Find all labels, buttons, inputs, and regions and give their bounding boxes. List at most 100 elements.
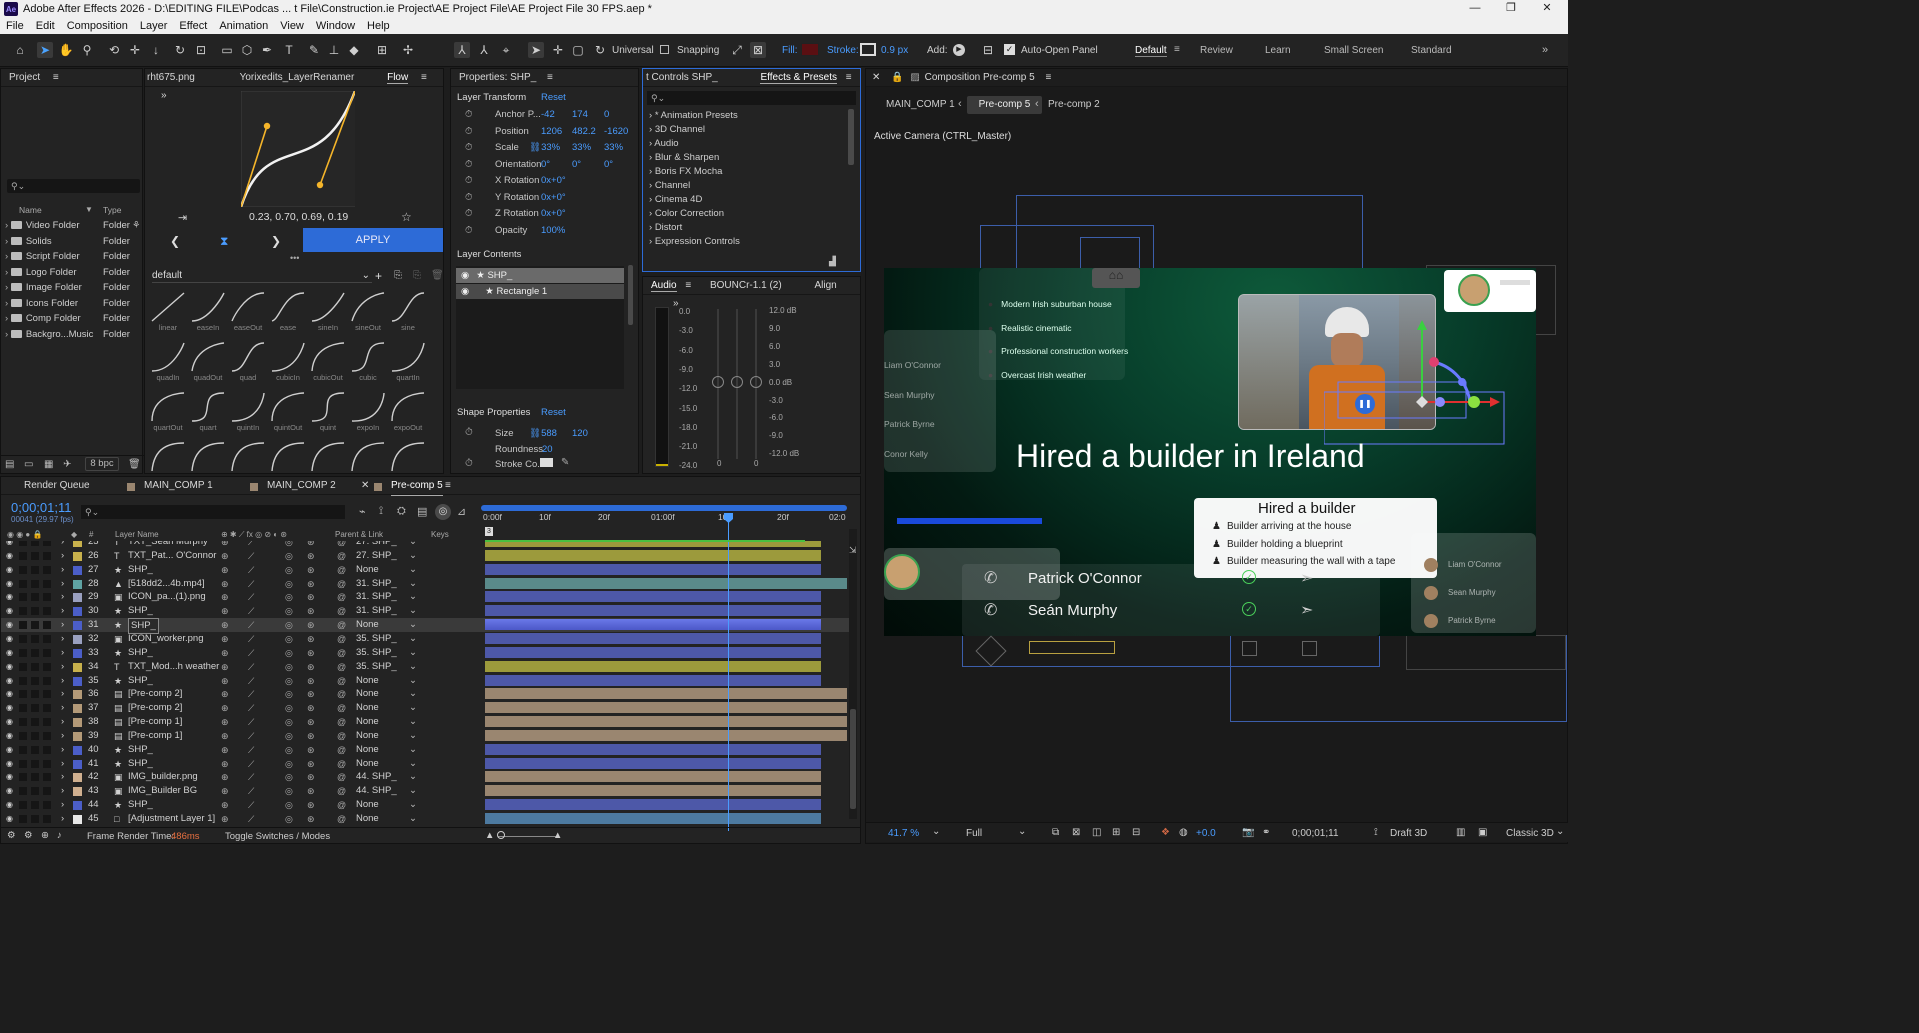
col-keys[interactable]: Keys xyxy=(431,530,449,539)
solo-switch[interactable] xyxy=(31,634,39,643)
parent-value[interactable]: 31. SHP_ xyxy=(356,604,397,618)
pause-icon[interactable]: ❚❚ xyxy=(1355,394,1375,414)
sort-icon[interactable]: ▼ xyxy=(85,205,93,214)
timeline-layer-row[interactable]: ◉ › 42 ▣ IMG_builder.png ⊕ ⟋ ◎ ⊛ @44. SHP_ ⌄ xyxy=(1,770,849,784)
menu-view[interactable]: View xyxy=(274,20,310,32)
pick-whip-icon[interactable]: @ xyxy=(337,618,346,632)
draft-3d-icon[interactable]: ⟟ xyxy=(379,505,383,518)
expand-arrow-icon[interactable]: › xyxy=(5,220,8,231)
ease-preset[interactable]: cubicOut xyxy=(309,341,347,385)
lock-switch[interactable] xyxy=(43,731,51,740)
quality-switch-icon[interactable]: ⟋ xyxy=(248,549,254,563)
parent-value[interactable]: None xyxy=(356,757,379,771)
crumb-main-comp-1[interactable]: MAIN_COMP 1 xyxy=(886,99,955,110)
eye-icon[interactable]: ◉ xyxy=(6,701,13,715)
timeline-layer-row[interactable]: ◉ › 38 ▤ [Pre-comp 1] ⊕ ⟋ ◎ ⊛ @ None ⌄ xyxy=(1,715,849,729)
timeline-timecode[interactable]: 0;00;01;11 xyxy=(11,500,71,515)
timeline-layer-row[interactable]: ◉ › 44 ★ SHP_ ⊕ ⟋ ◎ ⊛ @ None ⌄ xyxy=(1,798,849,812)
menu-file[interactable]: File xyxy=(0,20,30,32)
shy-switch-icon[interactable]: ⊕ xyxy=(221,743,229,757)
motion-blur-switch-icon[interactable]: ◎ xyxy=(285,715,293,729)
resolution-value[interactable]: Full xyxy=(966,828,982,839)
audio-switch[interactable] xyxy=(19,704,27,713)
solo-switch[interactable] xyxy=(31,815,39,823)
ease-preset[interactable]: easeIn xyxy=(189,291,227,335)
panel-menu-icon[interactable]: ≡ xyxy=(53,72,59,83)
chevron-down-icon[interactable]: ⌄ xyxy=(409,784,417,798)
timeline-layer-row[interactable]: ◉ › 28 ▲ [518dd2...4b.mp4] ⊕ ⟋ ◎ ⊛ @31. SHP_ ⌄ xyxy=(1,577,849,591)
panel-menu-icon[interactable]: ≡ xyxy=(1045,72,1051,83)
menu-window[interactable]: Window xyxy=(310,20,361,32)
draft-3d-icon[interactable]: ⟟ xyxy=(1374,827,1378,838)
expand-arrow-icon[interactable]: › xyxy=(61,757,64,771)
playhead[interactable] xyxy=(728,513,729,831)
effect-category[interactable]: › Distort xyxy=(643,221,843,235)
solo-switch[interactable] xyxy=(31,745,39,754)
audio-switch[interactable] xyxy=(19,801,27,810)
size-height[interactable]: 120 xyxy=(572,428,588,439)
stopwatch-icon[interactable]: ⏱ xyxy=(465,225,472,236)
ease-preset[interactable]: easeOut xyxy=(229,291,267,335)
chevron-down-icon[interactable]: ⌄ xyxy=(409,604,417,618)
chevron-down-icon[interactable]: ⌄ xyxy=(409,770,417,784)
parent-value[interactable]: 44. SHP_ xyxy=(356,770,397,784)
tab-effects-presets[interactable]: Effects & Presets xyxy=(760,72,837,84)
shy-switch-icon[interactable]: ⊕ xyxy=(221,757,229,771)
comp-title[interactable]: Composition Pre-comp 5 xyxy=(925,72,1035,83)
prop-value-x[interactable]: 1206 xyxy=(541,126,562,137)
eye-icon[interactable]: ◉ xyxy=(6,687,13,701)
pick-whip-icon[interactable]: @ xyxy=(337,563,346,577)
ease-preset[interactable]: quadOut xyxy=(189,341,227,385)
layer-name[interactable]: [Adjustment Layer 1] xyxy=(128,812,215,826)
snapshot-icon[interactable]: 📷 xyxy=(1242,827,1254,838)
lock-switch-icon[interactable]: ⊕ xyxy=(41,830,49,841)
expand-arrow-icon[interactable]: › xyxy=(61,660,64,674)
solo-switch[interactable] xyxy=(31,648,39,657)
layer-name[interactable]: ICON_pa...(1).png xyxy=(128,590,206,604)
solo-switch[interactable] xyxy=(31,731,39,740)
expand-arrow-icon[interactable]: › xyxy=(61,549,64,563)
lock-icon[interactable]: 🔒 xyxy=(891,72,903,83)
parent-value[interactable]: 31. SHP_ xyxy=(356,590,397,604)
pick-whip-icon[interactable]: @ xyxy=(337,660,346,674)
workspace-review[interactable]: Review xyxy=(1200,45,1233,56)
work-area-bar[interactable] xyxy=(481,505,847,511)
layer-duration-bar[interactable] xyxy=(485,799,821,811)
expand-arrow-icon[interactable]: › xyxy=(5,267,8,278)
layer-name[interactable]: SHP_ xyxy=(128,798,153,812)
expand-arrow-icon[interactable]: › xyxy=(649,110,652,121)
ease-preset[interactable] xyxy=(229,441,267,473)
prop-value-y[interactable]: 33% xyxy=(572,142,591,153)
ease-preset[interactable]: quad xyxy=(229,341,267,385)
chevron-down-icon[interactable]: ⌄ xyxy=(409,701,417,715)
tab-audio[interactable]: Audio xyxy=(651,280,677,292)
workspace-small-screen[interactable]: Small Screen xyxy=(1324,45,1383,56)
prop-value-x[interactable]: ⛓33% xyxy=(529,142,560,153)
zoom-tool-icon[interactable]: ⚲ xyxy=(79,42,95,58)
effect-category[interactable]: › Expression Controls xyxy=(643,235,843,249)
label-color-swatch[interactable] xyxy=(73,759,82,769)
eye-icon[interactable]: ◉ xyxy=(6,549,13,563)
layer-duration-bar[interactable] xyxy=(485,771,821,783)
3d-layer-switch-icon[interactable]: ⊛ xyxy=(307,687,315,701)
crumb-pre-comp-2[interactable]: Pre-comp 2 xyxy=(1048,99,1100,110)
ease-preset[interactable]: sineIn xyxy=(309,291,347,335)
workspace-learn[interactable]: Learn xyxy=(1265,45,1291,56)
prop-value-z[interactable]: 0° xyxy=(604,159,613,170)
motion-blur-switch-icon[interactable]: ◎ xyxy=(285,757,293,771)
motion-blur-switch-icon[interactable]: ◎ xyxy=(285,701,293,715)
close-tab-icon[interactable]: ✕ xyxy=(872,72,880,83)
chevron-down-icon[interactable]: ⌄ xyxy=(409,632,417,646)
chevron-down-icon[interactable]: ⌄ xyxy=(409,618,417,632)
new-preset-icon[interactable]: ▟ xyxy=(829,256,836,267)
flip-icon[interactable]: ⧗ xyxy=(220,234,228,249)
quality-switch-icon[interactable]: ⟋ xyxy=(248,743,254,757)
motion-blur-switch-icon[interactable]: ◎ xyxy=(285,577,293,591)
stroke-swatch[interactable] xyxy=(860,43,876,56)
3d-layer-switch-icon[interactable]: ⊛ xyxy=(307,812,315,826)
layer-name[interactable]: SHP_ xyxy=(128,604,153,618)
stopwatch-icon[interactable]: ⏱ xyxy=(465,458,473,469)
effect-category[interactable]: › 3D Channel xyxy=(643,123,843,137)
channels-icon[interactable]: ❖ xyxy=(1161,827,1170,838)
chevron-down-icon[interactable]: ⌄ xyxy=(409,715,417,729)
